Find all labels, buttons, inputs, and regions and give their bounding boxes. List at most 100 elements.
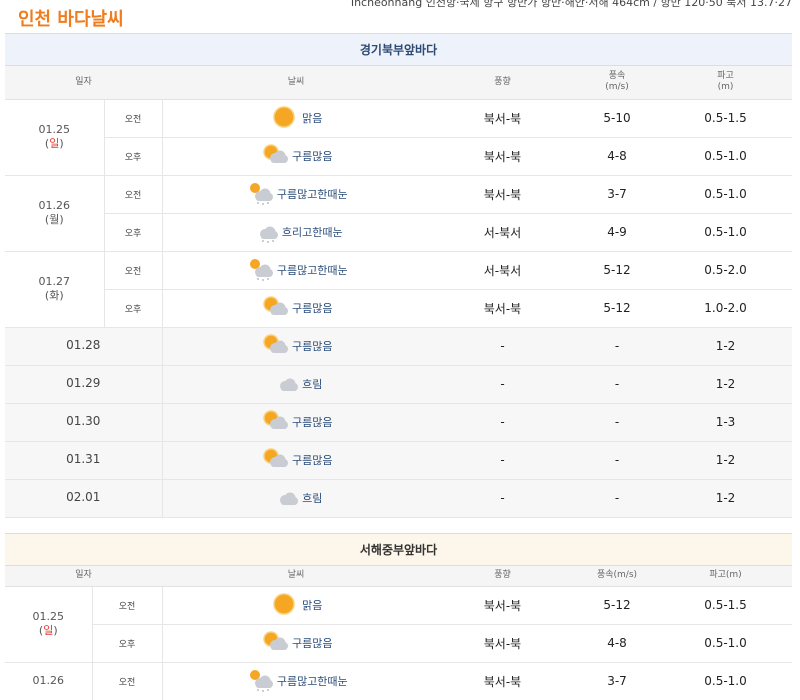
date-label: 01.26 [32, 673, 65, 687]
region-title: 서해중부앞바다 [5, 533, 792, 566]
wave-height-cell: 0.5-1.0 [659, 213, 792, 252]
ampm-cell: 오후 [104, 289, 163, 328]
date-label: 01.25 [32, 609, 65, 623]
table-row: 01.31 구름많음 - -1-2 [5, 441, 792, 480]
wave-height-cell: 1-2 [659, 479, 792, 518]
ampm-cell: 오후 [104, 137, 163, 176]
weekday-close-paren: ) [59, 213, 64, 226]
sunny-icon [270, 105, 298, 132]
partly-cloudy-icon [260, 143, 288, 170]
header-note: Incheonhang 인천항·국제 항구 항만가 항만·해안·서해 464cm… [350, 0, 792, 9]
cloudy-snow-sun-icon [245, 668, 273, 695]
wave-height-cell: 0.5-1.5 [659, 586, 792, 625]
weather-cell: 구름많고한때눈 [162, 175, 430, 214]
table-row: 01.26 오전 구름많고한때눈 북서-북 3-7 0.5-1.0 [5, 662, 792, 700]
table-row: 01.25 (일) 오전 맑음 북서-북 5-10 0.5-1.5 [5, 99, 792, 176]
weather-cell: 맑음 [162, 99, 431, 138]
weather-cell-content: 맑음 [163, 105, 431, 132]
weather-cell-content: 구름많음 [163, 333, 431, 360]
header-wind-speed: 풍속(m/s) [575, 566, 659, 587]
wind-speed-cell: - [575, 479, 659, 518]
weekday-label: 화 [49, 289, 60, 302]
weather-cell-content: 구름많음 [163, 447, 431, 474]
weather-label: 구름많음 [292, 416, 333, 429]
date-label: 01.25 [38, 122, 71, 136]
region-block-2: 서해중부앞바다 일자 날씨 풍향 풍속(m/s) 파고(m) 01.25 (일) 오… [5, 533, 792, 700]
weather-label: 구름많고한때눈 [276, 675, 348, 688]
header-wave-height: 파고(m) [659, 566, 792, 587]
weather-label: 구름많음 [292, 302, 333, 315]
table-row: 02.01 흐림 - -1-2 [5, 479, 792, 518]
weather-cell-content: 흐림 [163, 371, 431, 398]
ampm-cell: 오전 [92, 662, 163, 700]
wave-height-cell: 1-2 [659, 365, 792, 404]
wind-direction-cell: 북서-북 [430, 662, 575, 700]
table-row: 01.25 (일) 오전 맑음 북서-북 5-12 0.5-1.5 [5, 586, 792, 663]
weather-cell: 구름많음 [162, 327, 431, 366]
region-block-1: 경기북부앞바다 일자 날씨 풍향 풍속 (m/s) 파고 (m) 01.25 (일… [5, 33, 792, 518]
wind-speed-cell: - [575, 441, 659, 480]
date-cell: 01.25 (일) [5, 99, 105, 176]
weather-label: 구름많음 [292, 340, 333, 353]
wave-height-cell: 1-2 [659, 441, 792, 480]
date-label: 01.27 [38, 274, 71, 288]
weather-label: 구름많음 [292, 637, 333, 650]
weather-label: 구름많고한때눈 [276, 264, 348, 277]
wind-speed-cell: 5-10 [575, 99, 659, 138]
partly-cloudy-icon [260, 447, 288, 474]
weather-cell: 흐리고한때눈 [162, 213, 430, 252]
weather-label: 구름많음 [292, 454, 333, 467]
header-weather: 날씨 [162, 66, 430, 100]
wind-direction-cell: - [430, 479, 575, 518]
header-wind-direction: 풍향 [430, 66, 575, 100]
wave-height-cell: 0.5-1.0 [659, 624, 792, 663]
weekday-close-paren: ) [53, 624, 58, 637]
wind-direction-cell: 서-북서 [430, 251, 575, 290]
wind-direction-cell: 서-북서 [430, 213, 575, 252]
weather-cell-content: 구름많음 [163, 295, 431, 322]
header-date: 일자 [5, 566, 162, 587]
wind-direction-cell: - [430, 327, 575, 366]
wind-speed-cell: 4-8 [575, 137, 659, 176]
weather-label: 맑음 [302, 599, 323, 612]
weather-cell-content: 흐림 [163, 485, 431, 512]
wind-direction-cell: 북서-북 [430, 137, 575, 176]
weekday-close-paren: ) [59, 289, 64, 302]
weather-cell-content: 구름많고한때눈 [163, 668, 431, 695]
wind-direction-cell: 북서-북 [430, 624, 575, 663]
wind-speed-cell: 5-12 [575, 586, 659, 625]
ampm-cell: 오전 [92, 586, 163, 625]
header-wind-direction: 풍향 [430, 566, 575, 587]
weather-cell: 구름많음 [162, 137, 430, 176]
weather-label: 흐림 [302, 492, 323, 505]
weather-cell-content: 구름많음 [163, 630, 431, 657]
date-cell: 01.29 [5, 365, 163, 404]
table-row: 01.28 구름많음 - -1-2 [5, 327, 792, 366]
weather-label: 흐림 [302, 378, 323, 391]
ampm-cell: 오후 [104, 213, 163, 252]
partly-cloudy-icon [260, 409, 288, 436]
table-row: 오후 구름많음 북서-북 4-8 0.5-1.0 [5, 137, 792, 176]
wind-speed-cell: 4-8 [575, 624, 659, 663]
wave-height-cell: 0.5-1.5 [659, 99, 792, 138]
header-date: 일자 [5, 66, 162, 100]
date-cell: 01.26 [5, 662, 93, 700]
wave-height-cell: 0.5-2.0 [659, 251, 792, 290]
table-row: 오후 구름많음 북서-북 4-8 0.5-1.0 [5, 624, 792, 663]
weather-cell: 구름많음 [162, 624, 431, 663]
weather-cell: 흐림 [162, 365, 431, 404]
date-cell: 01.26 (월) [5, 175, 105, 252]
cloudy-snow-sun-icon [245, 257, 273, 284]
forecast-table: 일자 날씨 풍향 풍속 (m/s) 파고 (m) 01.25 (일) 오전 맑음북서-… [5, 66, 792, 518]
wave-height-cell: 0.5-1.0 [659, 137, 792, 176]
ampm-cell: 오후 [92, 624, 163, 663]
wind-direction-cell: - [430, 403, 575, 442]
ampm-cell: 오전 [104, 175, 163, 214]
table-row: 01.29 흐림 - -1-2 [5, 365, 792, 404]
wave-height-cell: 1-3 [659, 403, 792, 442]
table-header-row: 일자 날씨 풍향 풍속 (m/s) 파고 (m) [5, 66, 792, 100]
weather-cell: 구름많음 [162, 289, 431, 328]
weather-cell: 흐림 [162, 479, 431, 518]
table-row: 01.26 (월) 오전 구름많고한때눈 북서-북 3-7 0.5-1.0 [5, 175, 792, 252]
weather-cell: 구름많음 [162, 441, 431, 480]
